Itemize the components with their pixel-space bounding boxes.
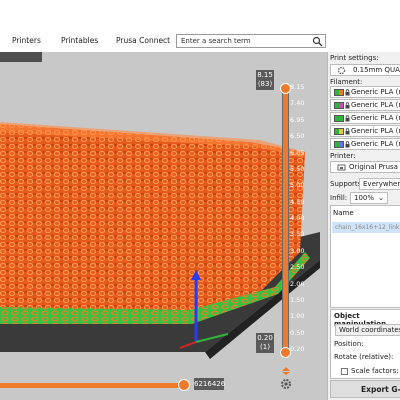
one-layer-mode-icon[interactable] <box>282 367 290 375</box>
chain-mesh-model <box>0 124 305 320</box>
layer-tick-label: 6.50 <box>290 132 305 141</box>
filament-name: Generic PLA (m <box>351 101 400 109</box>
lock-icon <box>345 128 350 135</box>
layer-slider-ticks: 8.15 7.40 6.95 6.50 6.05 5.50 5.00 4.50 4.00 3.50… <box>290 83 320 363</box>
bottom-height: 0.20 <box>257 334 273 342</box>
layer-tick-label: 4.50 <box>290 197 305 206</box>
filament-color-swatch <box>334 115 344 122</box>
layer-slider-bottom-label: 0.20 (1) <box>256 333 274 353</box>
filament-color-swatch <box>334 89 344 96</box>
move-slider-value: 6216426 <box>194 378 226 390</box>
lock-icon <box>345 102 350 109</box>
print-profile-combo[interactable]: 0.15mm QUALITY <box>330 64 400 76</box>
layer-tick-label: 0.20 <box>290 345 305 353</box>
print-settings-icon <box>337 66 346 75</box>
filament-combo-1[interactable]: Generic PLA (m <box>330 86 400 98</box>
scale-checkbox[interactable] <box>341 368 348 375</box>
infill-select[interactable]: 100% ⌄ <box>350 192 388 204</box>
printer-label: Printer: <box>330 152 356 160</box>
filament-combo-5[interactable]: Generic PLA (m <box>330 138 400 150</box>
layer-tick-label: 6.95 <box>290 115 305 124</box>
tab-printables[interactable]: Printables <box>61 36 98 45</box>
move-slider-track[interactable] <box>0 383 185 388</box>
filament-combo-4[interactable]: Generic PLA (m <box>330 125 400 137</box>
export-gcode-button[interactable]: Export G-code <box>330 380 400 398</box>
tab-prusa-connect[interactable]: Prusa Connect <box>116 36 170 45</box>
chevron-down-icon: ⌄ <box>378 194 384 202</box>
filament-combo-3[interactable]: Generic PLA (m <box>330 112 400 124</box>
filament-label: Filament: <box>330 78 363 86</box>
lock-icon <box>345 141 350 148</box>
layer-tick-label: 4.00 <box>290 214 305 222</box>
object-list-header: Name <box>333 209 354 217</box>
printer-combo[interactable]: Original Prusa <box>330 161 400 173</box>
layer-tick-label: 3.50 <box>290 230 305 239</box>
filament-name: Generic PLA (m <box>351 140 400 148</box>
layer-tick-label: 8.15 <box>290 83 305 91</box>
layer-tick-label: 6.05 <box>290 148 305 157</box>
bottom-layer: (1) <box>260 343 270 351</box>
layer-tick-label: 2.50 <box>290 263 305 272</box>
filament-color-swatch <box>334 141 344 148</box>
layer-tick-label: 7.40 <box>290 99 305 108</box>
filament-combo-2[interactable]: Generic PLA (m <box>330 99 400 111</box>
print-profile-value: 0.15mm QUALITY <box>353 66 400 74</box>
right-sidebar: Print settings: 0.15mm QUALITY Filament:… <box>327 52 400 400</box>
layer-slider-range <box>283 88 288 354</box>
object-list[interactable]: Name chain_16x16+12_link <box>330 205 400 308</box>
supports-select[interactable]: Everywhere <box>359 178 400 190</box>
print-settings-label: Print settings: <box>330 54 379 62</box>
search-placeholder: Enter a search term <box>181 37 251 45</box>
printer-icon <box>337 164 346 171</box>
rotate-label: Rotate (relative): <box>334 353 394 361</box>
object-manipulation-panel: Object manipulation World coordinates Po… <box>330 309 400 379</box>
position-label: Position: <box>334 340 364 348</box>
top-height: 8.15 <box>257 71 273 79</box>
tab-printers[interactable]: Printers <box>12 36 41 45</box>
sliced-model-preview <box>0 122 320 359</box>
layer-tick-label: 1.00 <box>290 312 305 321</box>
infill-label: Infill: <box>330 194 348 202</box>
filament-name: Generic PLA (m <box>351 127 400 135</box>
layer-tick-label: 5.00 <box>290 181 305 190</box>
scale-label: Scale factors: <box>351 367 399 375</box>
lock-icon <box>345 115 350 122</box>
coordinates-select[interactable]: World coordinates <box>335 324 400 336</box>
slider-settings-gear-icon[interactable] <box>280 378 292 390</box>
list-item[interactable]: chain_16x16+12_link <box>332 222 400 233</box>
filament-color-swatch <box>334 128 344 135</box>
search-input[interactable]: Enter a search term <box>176 34 326 48</box>
3d-preview-viewport[interactable] <box>0 52 327 400</box>
filament-name: Generic PLA (m <box>351 114 400 122</box>
top-layer: (83) <box>257 80 273 88</box>
layer-tick-label: 5.50 <box>290 164 305 173</box>
printer-value: Original Prusa <box>349 163 398 171</box>
layer-slider-top-label: 8.15 (83) <box>256 70 274 90</box>
filament-name: Generic PLA (m <box>351 88 400 96</box>
toolbar-strip <box>0 52 42 62</box>
search-icon[interactable] <box>312 36 323 47</box>
infill-value: 100% <box>354 194 375 202</box>
filament-color-swatch <box>334 102 344 109</box>
layer-tick-label: 1.50 <box>290 295 305 304</box>
layer-tick-label: 3.00 <box>290 246 305 255</box>
move-slider-thumb[interactable] <box>178 379 190 391</box>
layer-tick-label: 0.50 <box>290 328 305 337</box>
lock-icon <box>345 89 350 96</box>
layer-tick-label: 2.00 <box>290 279 305 288</box>
